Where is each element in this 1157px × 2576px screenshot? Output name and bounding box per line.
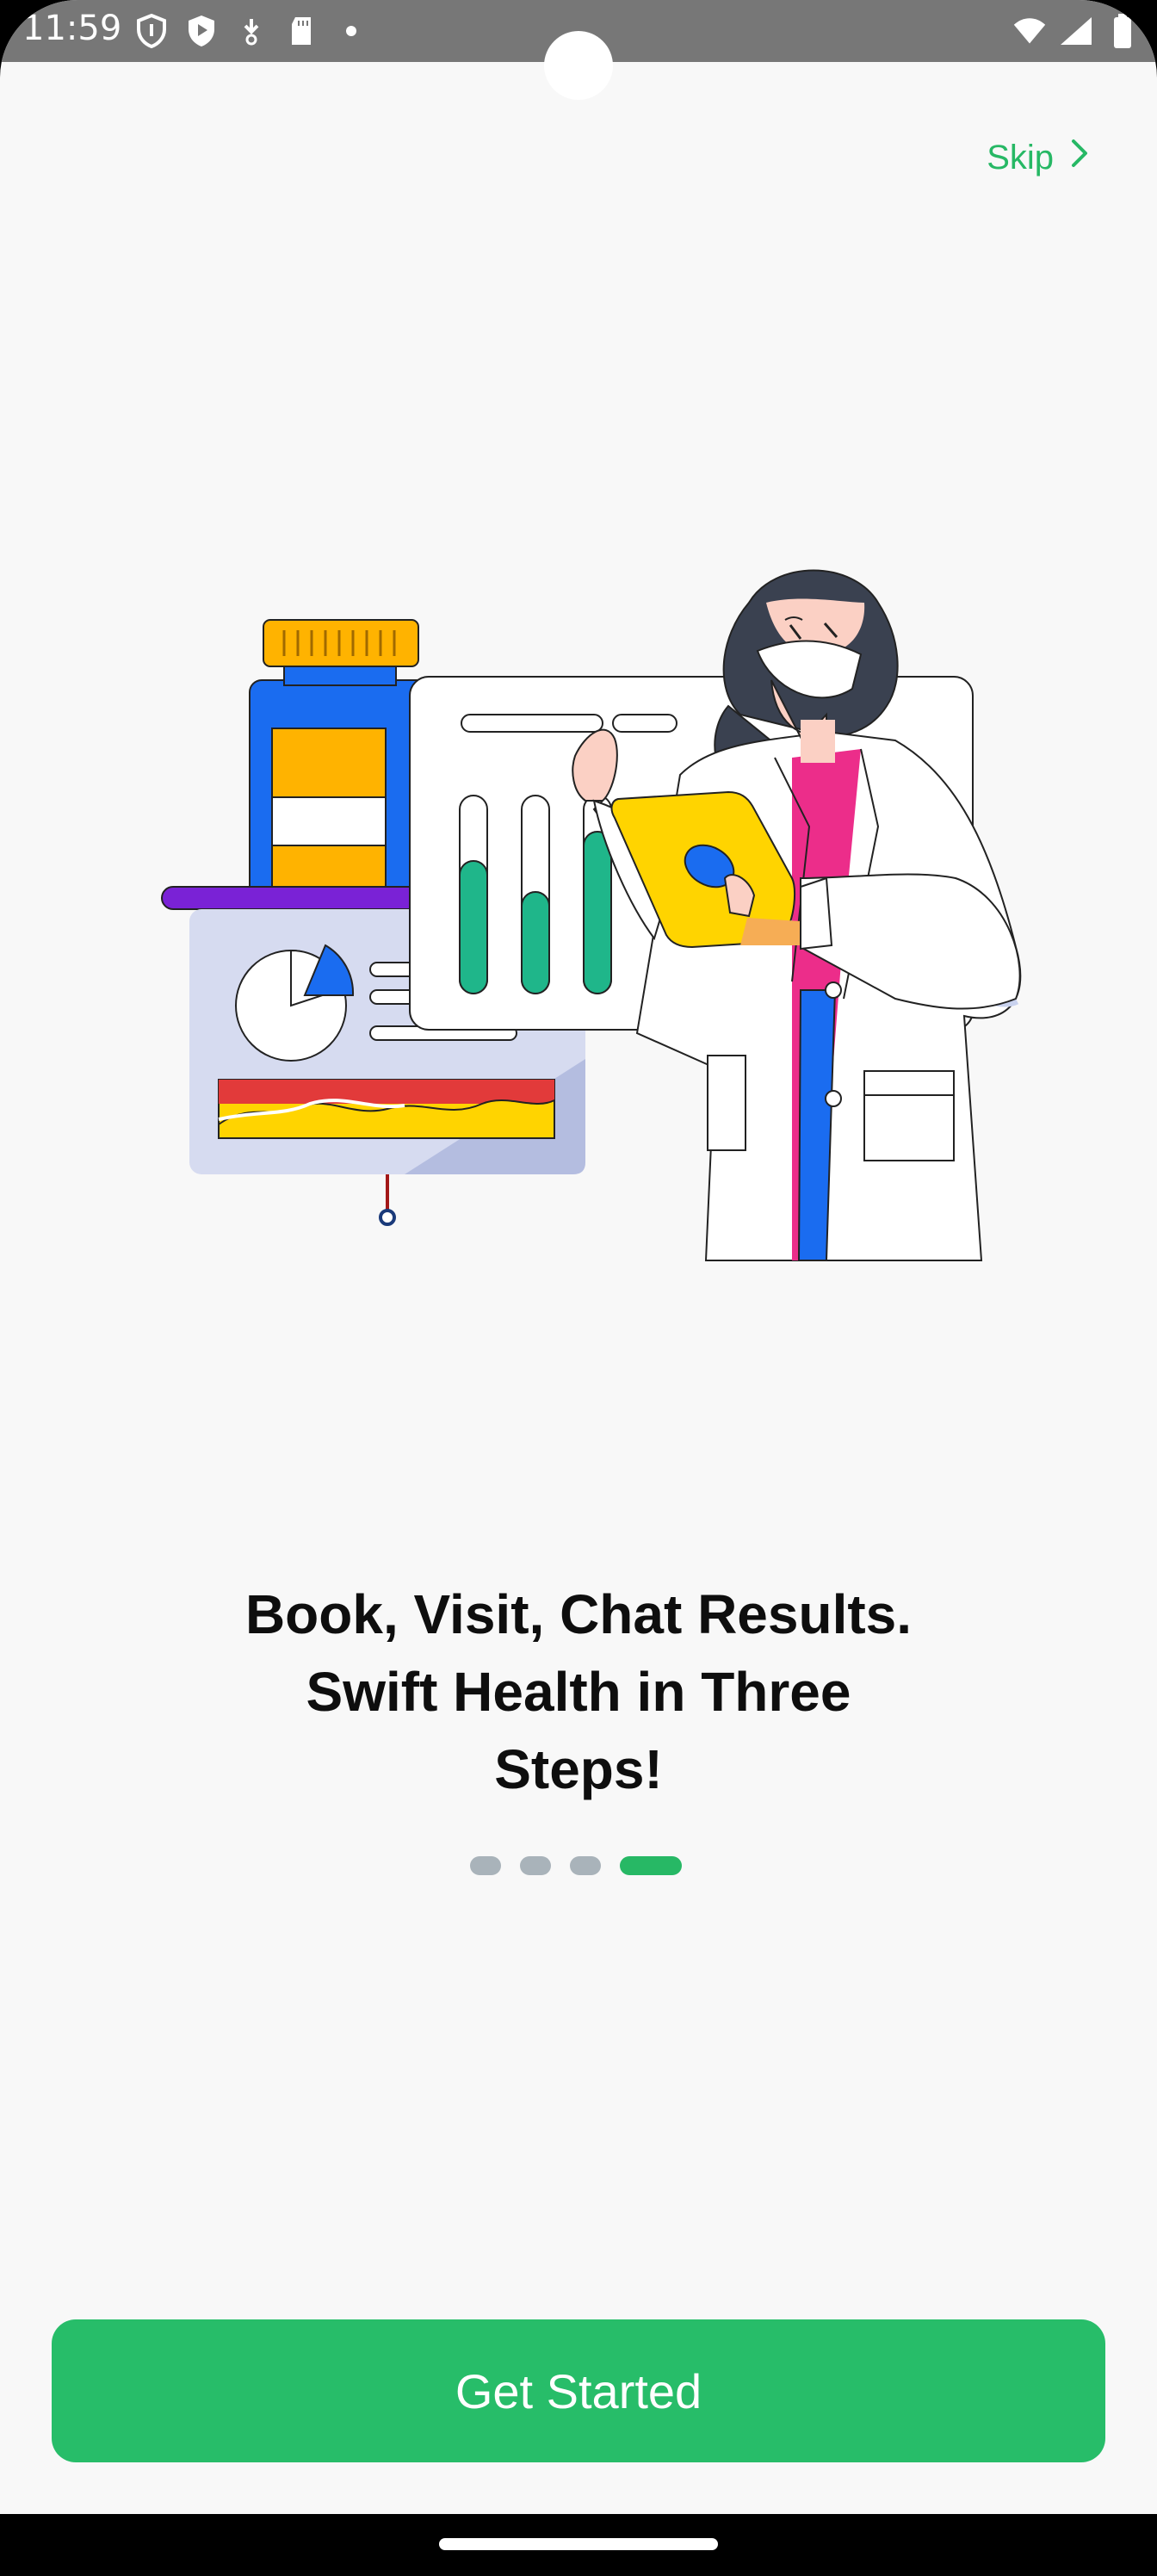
onboarding-headline: Book, Visit, Chat Results. Swift Health … — [129, 1576, 1028, 1808]
doctor-illustration — [161, 569, 1022, 1261]
notification-icons — [134, 12, 368, 50]
battery-icon — [1105, 12, 1140, 50]
signal-icon — [1059, 12, 1093, 50]
page-indicator — [470, 1856, 682, 1875]
camera-cutout — [544, 31, 613, 100]
play-shield-icon — [184, 12, 219, 50]
get-started-button[interactable]: Get Started — [52, 2319, 1105, 2462]
wifi-icon — [1012, 12, 1047, 50]
dot-icon — [334, 12, 368, 50]
page-dot-1[interactable] — [470, 1856, 501, 1875]
page-dot-2[interactable] — [520, 1856, 551, 1875]
skip-label: Skip — [987, 138, 1054, 176]
sd-card-icon — [284, 12, 319, 50]
headline-line-1: Book, Visit, Chat Results. — [244, 1583, 913, 1645]
headline-line-3: Steps! — [494, 1738, 663, 1800]
page-dot-4-active[interactable] — [620, 1856, 682, 1875]
download-icon — [234, 12, 269, 50]
status-time: 11:59 — [22, 9, 122, 48]
headline-line-2: Swift Health in Three — [306, 1661, 851, 1723]
shield-icon — [134, 12, 169, 50]
home-gesture-handle[interactable] — [439, 2538, 718, 2550]
system-icons — [1012, 12, 1140, 50]
chevron-right-icon — [1069, 138, 1090, 177]
get-started-label: Get Started — [455, 2363, 702, 2418]
onboarding-screen: 11:59 Skip Book, Visit, Chat Results. Sw… — [0, 0, 1157, 2576]
skip-button[interactable]: Skip — [987, 138, 1090, 177]
page-dot-3[interactable] — [570, 1856, 601, 1875]
